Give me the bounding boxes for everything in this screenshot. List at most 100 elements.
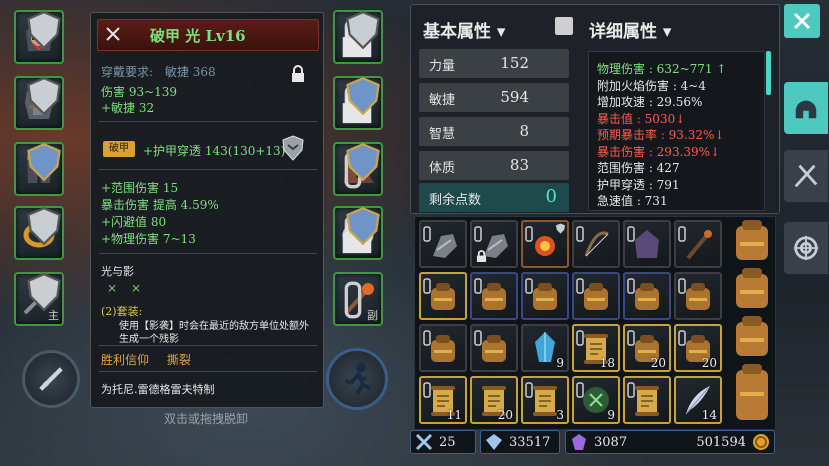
inventory-slot[interactable]: [674, 220, 722, 268]
clip-icon: [576, 278, 584, 294]
shield-badge-icon: [27, 11, 61, 50]
clip-icon: [474, 278, 482, 294]
equip-slot-ring-2[interactable]: [333, 206, 383, 260]
detail-stat-line: 预期暴击率 : 93.32%↓: [597, 128, 725, 142]
bag-slots-column: [730, 216, 774, 428]
inventory-slot[interactable]: 14: [674, 376, 722, 424]
inventory-slot[interactable]: [470, 272, 518, 320]
equip-slot-armor[interactable]: [14, 76, 64, 130]
running-figure-icon: [344, 362, 372, 396]
clip-icon: [576, 226, 584, 242]
remaining-points: 剩余点数 0: [419, 183, 569, 212]
stat-row-wisdom: 智慧 8: [419, 117, 569, 146]
clip-icon: [627, 278, 635, 294]
detail-stat-line: 暴击伤害 : 293.39%↓: [597, 144, 721, 159]
clip-icon: [627, 330, 635, 346]
bonus-line-2: 暴击伤害 提高 4.59%: [101, 198, 219, 212]
item-count: 20: [701, 356, 717, 370]
attack-skill-button[interactable]: [22, 350, 80, 408]
stat-row-agility: 敏捷 594: [419, 83, 569, 112]
detail-stat-line: 暴击值 : 5030↓: [597, 111, 686, 126]
item-count: 11: [446, 408, 462, 422]
clip-icon: [525, 278, 533, 294]
inventory-slot[interactable]: 20: [470, 376, 518, 424]
equip-slot-off-weapon[interactable]: 副: [333, 272, 383, 326]
inventory-slot[interactable]: [470, 220, 518, 268]
inventory-slot[interactable]: 20: [623, 324, 671, 372]
inventory-slot[interactable]: [419, 220, 467, 268]
equip-slot-accessory[interactable]: [333, 10, 383, 64]
divider: [99, 345, 317, 346]
inventory-slot[interactable]: 3: [521, 376, 569, 424]
detail-stat-line: 护甲穿透 : 791: [597, 177, 680, 192]
crossed-swords-icon: [415, 433, 433, 451]
inventory-slot[interactable]: [623, 220, 671, 268]
backpack-icon[interactable]: [732, 266, 772, 312]
clip-icon: [678, 278, 686, 294]
equip-slot-boots[interactable]: [333, 142, 383, 196]
inventory-slot[interactable]: [521, 272, 569, 320]
inventory-slot[interactable]: 11: [419, 376, 467, 424]
crystal-gold-counter: 3087 501594: [565, 430, 775, 454]
lock-icon[interactable]: [291, 65, 305, 83]
divider: [99, 169, 317, 170]
item-count: 18: [599, 356, 615, 370]
damage-line: 伤害 93~139: [101, 85, 178, 99]
tab-skills[interactable]: [784, 222, 828, 274]
tab-equipment[interactable]: [784, 82, 828, 134]
shield-badge-icon: [346, 11, 380, 50]
inventory-slot[interactable]: 18: [572, 324, 620, 372]
inventory-slot[interactable]: [572, 272, 620, 320]
inventory-slot[interactable]: 9: [572, 376, 620, 424]
inventory-slot[interactable]: 9: [521, 324, 569, 372]
helmet-icon: [795, 100, 817, 119]
off-hand-tag: 副: [367, 309, 378, 322]
inventory-slot[interactable]: [521, 220, 569, 268]
inventory-slot[interactable]: [623, 272, 671, 320]
equip-slot-helmet[interactable]: [14, 10, 64, 64]
sword-icon: [39, 367, 63, 391]
close-button[interactable]: [784, 4, 820, 38]
backpack-icon[interactable]: [732, 362, 772, 426]
equip-slot-gloves[interactable]: [333, 76, 383, 130]
requirement-stat: 敏捷 368: [164, 65, 216, 79]
shield-badge-icon: [346, 143, 380, 182]
equip-slot-pants[interactable]: [14, 142, 64, 196]
bonus-line-3: +闪避值 80: [101, 215, 167, 229]
bonus-line-1: +范围伤害 15: [101, 181, 179, 195]
equip-slot-ring[interactable]: [14, 206, 64, 260]
unequip-hint: 双击或拖拽脱卸: [164, 412, 249, 426]
inventory-slot[interactable]: [623, 376, 671, 424]
gray-shield-icon: [282, 135, 304, 161]
detail-scrollbar[interactable]: [766, 51, 771, 95]
requirement-line: 穿戴要求: 敏捷 368: [101, 63, 216, 80]
inventory-slot[interactable]: [419, 272, 467, 320]
clip-icon: [678, 330, 686, 346]
inventory-slot[interactable]: [674, 272, 722, 320]
equip-slot-main-weapon[interactable]: 主: [14, 272, 64, 326]
inventory-slot[interactable]: 20: [674, 324, 722, 372]
item-count: 14: [701, 408, 717, 422]
gold-coin-icon: [753, 434, 769, 450]
inventory-slot[interactable]: [572, 220, 620, 268]
backpack-icon[interactable]: [732, 218, 772, 264]
inventory-slot[interactable]: [419, 324, 467, 372]
shield-badge-icon: [555, 223, 566, 234]
bonus-line-4: +物理伤害 7~13: [101, 232, 196, 246]
base-stats-title[interactable]: 基本属性 ▾: [423, 17, 505, 42]
clip-icon: [423, 382, 431, 398]
inventory-grid: 9 18 20 20 11 20 3 9 14: [414, 216, 776, 430]
shield-badge-icon: [346, 77, 380, 116]
item-tooltip: 破甲 光 Lv16 穿戴要求: 敏捷 368 伤害 93~139 +敏捷 32 …: [90, 12, 324, 408]
clip-icon: [576, 330, 584, 346]
detail-stats-title[interactable]: 详细属性 ▾: [589, 17, 671, 42]
clip-icon: [474, 330, 482, 346]
detail-stats-list[interactable]: 物理伤害 : 632~771 ↑ 附加火焰伤害 : 4~4 增加攻速 : 29.56…: [588, 51, 765, 211]
item-title-bar: 破甲 光 Lv16: [97, 19, 319, 51]
clip-icon: [423, 226, 431, 242]
shadow-strike-skill-button[interactable]: [326, 348, 388, 410]
inventory-slot[interactable]: [470, 324, 518, 372]
backpack-icon[interactable]: [732, 314, 772, 360]
help-icon[interactable]: [555, 17, 573, 35]
tab-weapons[interactable]: [784, 150, 828, 202]
